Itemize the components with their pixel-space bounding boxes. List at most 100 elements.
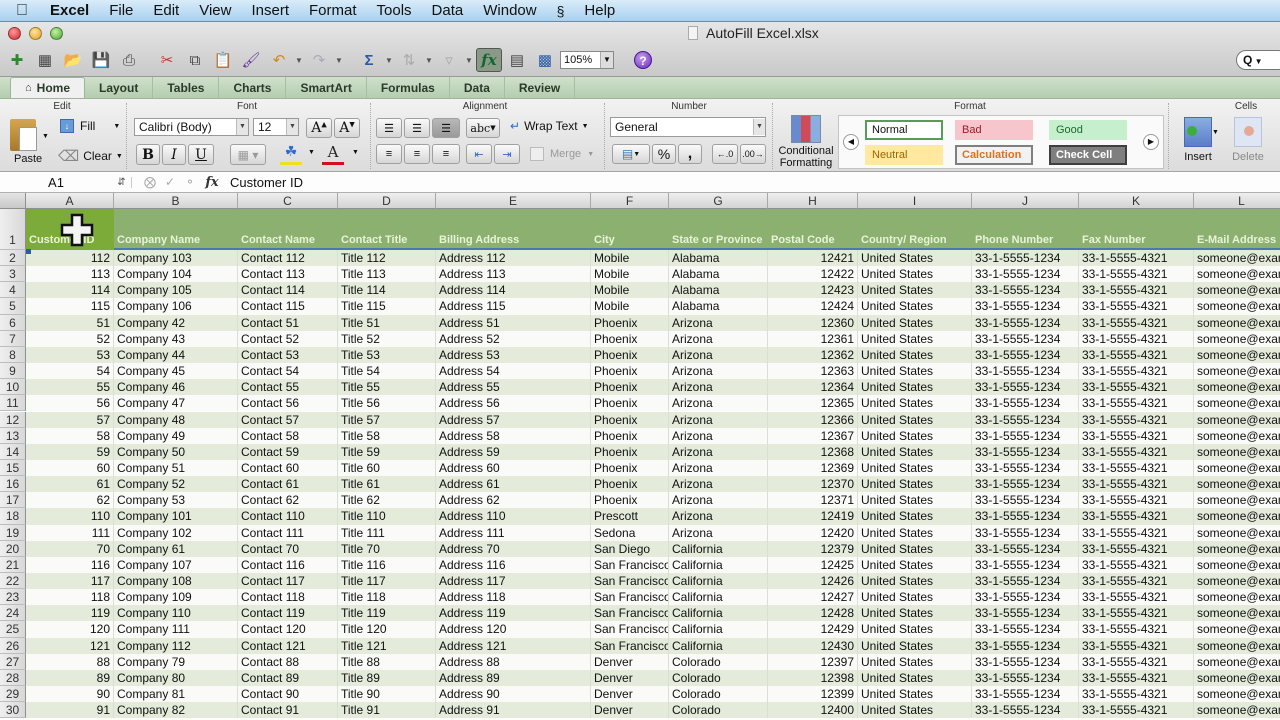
cell-g10[interactable]: Arizona bbox=[669, 379, 768, 396]
menu-view[interactable]: View bbox=[189, 2, 241, 19]
cell-l26[interactable]: someone@exam bbox=[1194, 638, 1280, 654]
cell-h7[interactable]: 12361 bbox=[768, 330, 858, 347]
cell-i21[interactable]: United States bbox=[858, 556, 972, 573]
cell-i13[interactable]: United States bbox=[858, 427, 972, 444]
cell-b10[interactable]: Company 46 bbox=[114, 379, 238, 396]
cell-k4[interactable]: 33-1-5555-4321 bbox=[1079, 282, 1194, 299]
cell-f15[interactable]: Phoenix bbox=[591, 459, 669, 477]
cell-g9[interactable]: Arizona bbox=[669, 363, 768, 380]
cell-i30[interactable]: United States bbox=[858, 702, 972, 719]
cell-i4[interactable]: United States bbox=[858, 282, 972, 299]
formula-builder-icon[interactable]: fx bbox=[476, 48, 502, 72]
cell-d29[interactable]: Title 90 bbox=[338, 686, 436, 703]
cell-a12[interactable]: 57 bbox=[26, 411, 114, 428]
cell-k9[interactable]: 33-1-5555-4321 bbox=[1079, 363, 1194, 380]
cell-d3[interactable]: Title 113 bbox=[338, 266, 436, 283]
cell-k25[interactable]: 33-1-5555-4321 bbox=[1079, 621, 1194, 638]
cell-e16[interactable]: Address 61 bbox=[436, 476, 591, 493]
cell-a9[interactable]: 54 bbox=[26, 363, 114, 380]
cell-k28[interactable]: 33-1-5555-4321 bbox=[1079, 669, 1194, 687]
cell-a11[interactable]: 56 bbox=[26, 395, 114, 412]
cell-b20[interactable]: Company 61 bbox=[114, 540, 238, 557]
cell-d15[interactable]: Title 60 bbox=[338, 459, 436, 477]
row-header-18[interactable]: 18 bbox=[0, 508, 26, 525]
row-header-6[interactable]: 6 bbox=[0, 314, 26, 331]
insert-function-icon[interactable]: fx bbox=[200, 175, 224, 190]
fill-color-dropdown-icon[interactable]: ▼ bbox=[308, 149, 315, 156]
cell-d18[interactable]: Title 110 bbox=[338, 508, 436, 525]
cell-i15[interactable]: United States bbox=[858, 459, 972, 477]
cell-d20[interactable]: Title 70 bbox=[338, 540, 436, 557]
redo-dropdown-icon[interactable]: ▼ bbox=[334, 48, 344, 72]
cell-j28[interactable]: 33-1-5555-1234 bbox=[972, 669, 1079, 687]
cell-j11[interactable]: 33-1-5555-1234 bbox=[972, 395, 1079, 412]
cell-a5[interactable]: 115 bbox=[26, 298, 114, 315]
row-header-29[interactable]: 29 bbox=[0, 686, 26, 703]
cell-l24[interactable]: someone@exam bbox=[1194, 605, 1280, 621]
row-header-27[interactable]: 27 bbox=[0, 653, 26, 670]
cell-k3[interactable]: 33-1-5555-4321 bbox=[1079, 266, 1194, 283]
cell-f2[interactable]: Mobile bbox=[591, 250, 669, 267]
cell-l10[interactable]: someone@exam bbox=[1194, 379, 1280, 395]
cell-b23[interactable]: Company 109 bbox=[114, 589, 238, 606]
cell-f11[interactable]: Phoenix bbox=[591, 395, 669, 412]
row-header-17[interactable]: 17 bbox=[0, 492, 26, 509]
cell-g3[interactable]: Alabama bbox=[669, 266, 768, 283]
cell-i22[interactable]: United States bbox=[858, 573, 972, 590]
cell-d21[interactable]: Title 116 bbox=[338, 556, 436, 573]
cell-a20[interactable]: 70 bbox=[26, 540, 114, 557]
align-left-button[interactable]: ≡ bbox=[376, 144, 402, 164]
cell-g18[interactable]: Arizona bbox=[669, 508, 768, 525]
zoom-window-button[interactable] bbox=[50, 27, 63, 40]
cell-b19[interactable]: Company 102 bbox=[114, 524, 238, 541]
cell-b18[interactable]: Company 101 bbox=[114, 508, 238, 525]
increase-indent-button[interactable]: ⇥ bbox=[494, 144, 520, 164]
row-header-8[interactable]: 8 bbox=[0, 346, 26, 364]
cell-c30[interactable]: Contact 91 bbox=[238, 702, 338, 719]
cell-c16[interactable]: Contact 61 bbox=[238, 476, 338, 493]
cell-l16[interactable]: someone@exam bbox=[1194, 476, 1280, 492]
cell-a22[interactable]: 117 bbox=[26, 573, 114, 590]
cell-a27[interactable]: 88 bbox=[26, 653, 114, 670]
header-cell-e[interactable]: Billing Address bbox=[436, 234, 591, 249]
tab-home[interactable]: ⌂ Home bbox=[10, 77, 85, 98]
cell-e10[interactable]: Address 55 bbox=[436, 379, 591, 396]
cell-g25[interactable]: California bbox=[669, 621, 768, 638]
cell-d16[interactable]: Title 61 bbox=[338, 476, 436, 493]
cell-j21[interactable]: 33-1-5555-1234 bbox=[972, 556, 1079, 573]
italic-button[interactable]: I bbox=[162, 144, 186, 165]
menu-window[interactable]: Window bbox=[473, 2, 546, 19]
sort-icon[interactable]: ⇅ bbox=[396, 48, 422, 72]
cell-d2[interactable]: Title 112 bbox=[338, 250, 436, 267]
cell-e26[interactable]: Address 121 bbox=[436, 637, 591, 654]
apple-icon[interactable]:  bbox=[0, 2, 44, 20]
cell-e25[interactable]: Address 120 bbox=[436, 621, 591, 638]
comma-style-button[interactable]: , bbox=[678, 144, 702, 164]
cell-e5[interactable]: Address 115 bbox=[436, 298, 591, 315]
cell-j6[interactable]: 33-1-5555-1234 bbox=[972, 314, 1079, 331]
cell-i24[interactable]: United States bbox=[858, 605, 972, 622]
cell-j20[interactable]: 33-1-5555-1234 bbox=[972, 540, 1079, 557]
cell-e6[interactable]: Address 51 bbox=[436, 314, 591, 331]
cell-b21[interactable]: Company 107 bbox=[114, 556, 238, 573]
row-header-2[interactable]: 2 bbox=[0, 250, 26, 267]
cell-a16[interactable]: 61 bbox=[26, 476, 114, 493]
style-normal[interactable]: Normal bbox=[865, 120, 943, 140]
cell-e13[interactable]: Address 58 bbox=[436, 427, 591, 444]
save-icon[interactable]: 💾 bbox=[88, 48, 114, 72]
cell-i7[interactable]: United States bbox=[858, 330, 972, 347]
borders-button[interactable]: ▦ ▾ bbox=[230, 144, 266, 165]
cell-c20[interactable]: Contact 70 bbox=[238, 540, 338, 557]
menu-edit[interactable]: Edit bbox=[143, 2, 189, 19]
cell-d12[interactable]: Title 57 bbox=[338, 411, 436, 428]
cell-b6[interactable]: Company 42 bbox=[114, 314, 238, 331]
underline-button[interactable]: U bbox=[188, 144, 214, 165]
cell-l25[interactable]: someone@exam bbox=[1194, 621, 1280, 637]
menu-data[interactable]: Data bbox=[422, 2, 474, 19]
row-header-14[interactable]: 14 bbox=[0, 443, 26, 460]
cell-h18[interactable]: 12419 bbox=[768, 508, 858, 525]
cell-j12[interactable]: 33-1-5555-1234 bbox=[972, 411, 1079, 428]
cell-c25[interactable]: Contact 120 bbox=[238, 621, 338, 638]
cell-f5[interactable]: Mobile bbox=[591, 298, 669, 315]
column-header-l[interactable]: L bbox=[1194, 193, 1280, 209]
